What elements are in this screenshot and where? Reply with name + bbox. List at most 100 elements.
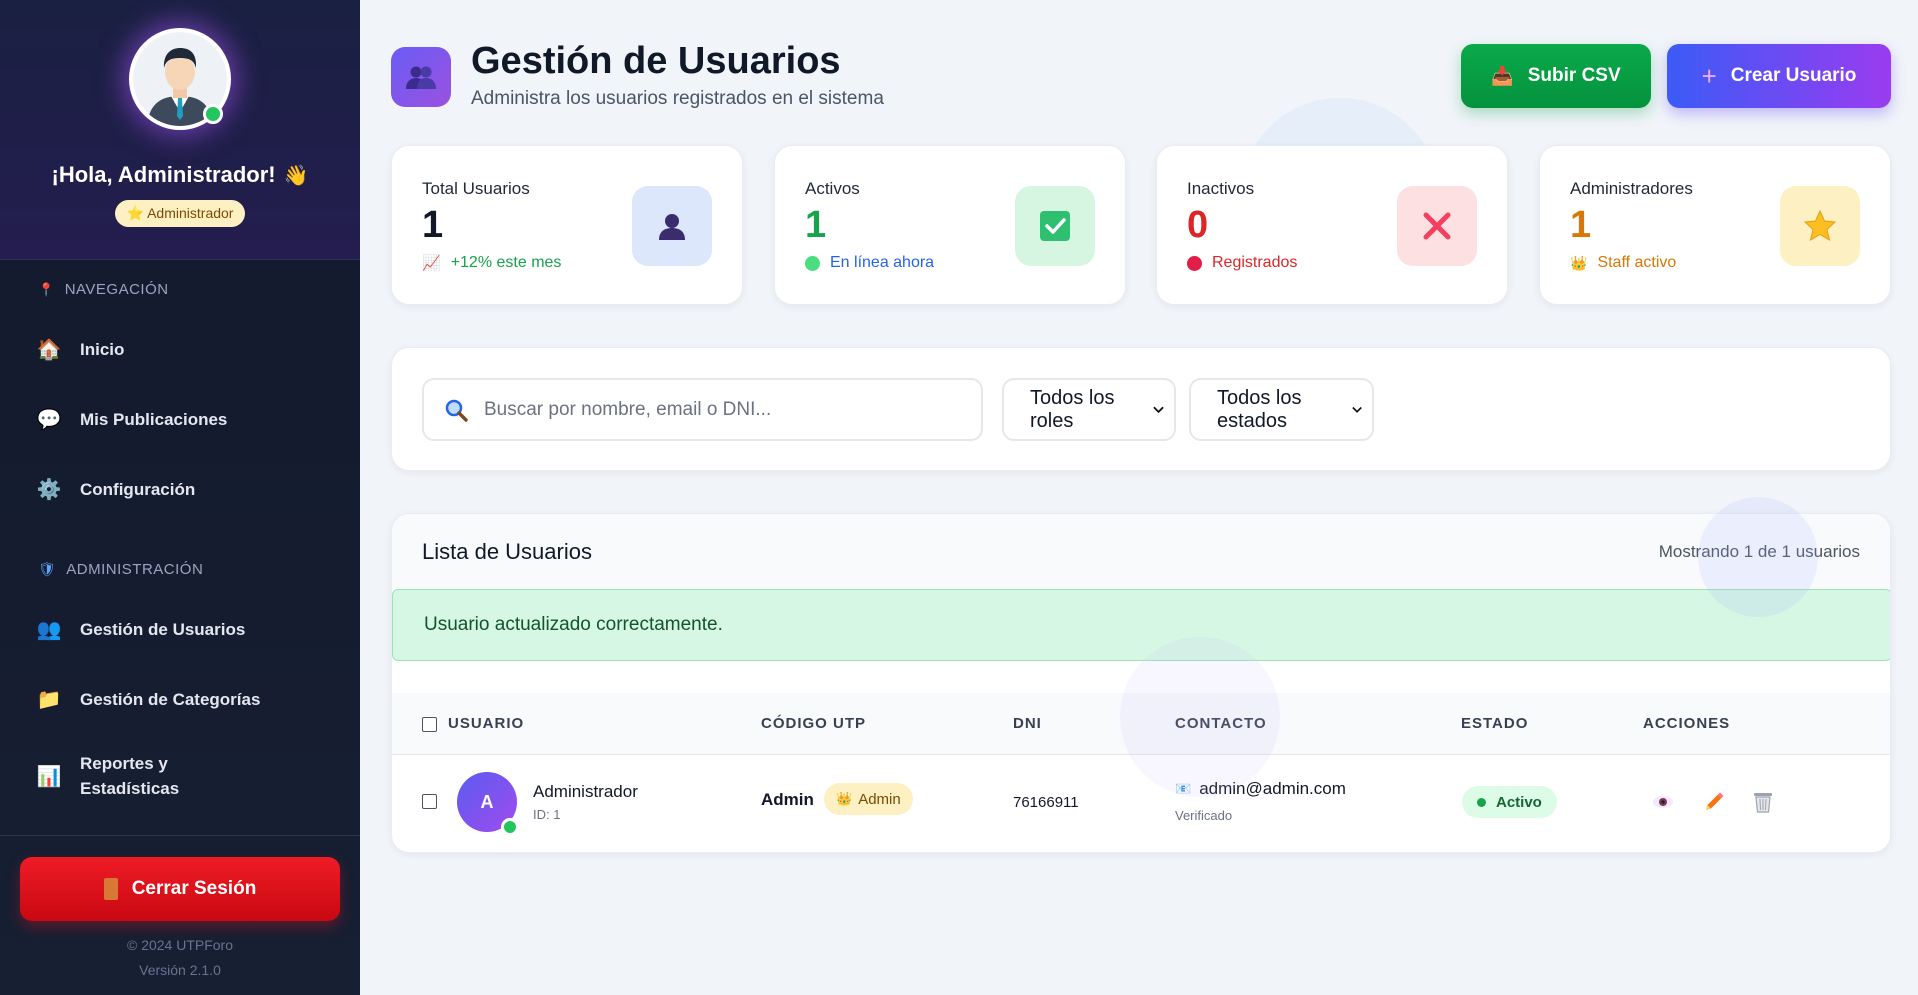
crown-icon: 👑 [836,791,853,806]
role-badge-label: Admin [858,790,901,808]
gear-icon: ⚙️ [36,479,62,501]
success-alert: Usuario actualizado correctamente. [392,589,1890,661]
column-header-usuario[interactable]: USUARIO [448,715,524,732]
user-list-panel: Lista de Usuarios Mostrando 1 de 1 usuar… [391,513,1891,853]
header-users-icon [391,47,451,107]
stat-label: Inactivos [1187,179,1255,198]
door-icon [103,878,118,900]
sidebar-item-categorias[interactable]: 📁 Gestión de Categorías [36,687,261,712]
avatar-initial: A [480,791,494,812]
status-badge-label: Activo [1496,793,1542,811]
sidebar-item-usuarios[interactable]: 👥 Gestión de Usuarios [36,617,246,642]
crown-icon: 👑 [1570,254,1588,271]
column-header-estado[interactable]: ESTADO [1461,715,1528,732]
search-placeholder: Buscar por nombre, email o DNI... [484,398,772,420]
logout-button[interactable]: Cerrar Sesión [20,857,340,921]
stat-icon-box [632,186,712,266]
column-header-dni[interactable]: DNI [1013,715,1042,732]
stat-foot: 👑 Staff activo [1570,254,1676,272]
users-icon: 👥 [36,619,62,641]
search-input[interactable]: Buscar por nombre, email o DNI... [422,378,983,441]
online-status-dot [203,104,223,124]
stat-foot-text: Staff activo [1597,254,1677,271]
column-header-codigo[interactable]: CÓDIGO UTP [761,715,866,732]
sidebar-item-label: Mis Publicaciones [80,409,228,429]
user-name: Administrador [533,782,638,801]
sidebar-item-reportes[interactable]: 📊 Reportes y Estadísticas [36,751,180,801]
sidebar-item-inicio[interactable]: 🏠 Inicio [36,337,125,362]
nav-section-label: NAVEGACIÓN [64,281,169,298]
sidebar-item-configuracion[interactable]: ⚙️ Configuración [36,477,196,502]
role-filter-value: Todos los roles [1030,386,1115,432]
view-user-button[interactable] [1648,787,1678,817]
sidebar-item-label: Inicio [80,339,125,359]
role-badge: ⭐ Administrador [114,200,246,227]
cross-icon [1423,212,1451,240]
pin-icon: 📍 [38,281,55,297]
check-box-icon [1040,211,1070,241]
sidebar: ¡Hola, Administrador! 👋 ⭐ Administrador 📍… [0,0,360,995]
create-user-button[interactable]: + Crear Usuario [1667,44,1891,108]
delete-user-button[interactable] [1748,787,1778,817]
eye-icon [1653,796,1673,808]
role-filter-select[interactable]: Todos los roles [1002,378,1176,441]
trash-icon [1754,793,1772,813]
status-filter-select[interactable]: Todos los estados [1189,378,1374,441]
stat-icon-box [1397,186,1477,266]
upload-csv-label: Subir CSV [1527,65,1621,86]
stat-label: Activos [805,179,860,198]
list-title: Lista de Usuarios [422,539,592,564]
admin-section-header: 🛡 ADMINISTRACIÓN [0,561,203,578]
version-text: Versión 2.1.0 [139,962,221,978]
bar-chart-icon: 📊 [36,765,62,788]
copyright-text: © 2024 UTPForo [126,937,234,953]
greeting-text: ¡Hola, Administrador! [51,162,276,187]
column-header-acciones: ACCIONES [1643,715,1731,732]
user-email[interactable]: 📧 admin@admin.com [1175,779,1346,799]
shield-icon: 🛡 [38,561,57,577]
user-code: Admin [761,790,814,809]
trend-chart-icon: 📈 [422,255,441,272]
status-filter-value: Todos los estados [1217,386,1302,432]
online-status-dot [501,818,519,836]
page-subtitle: Administra los usuarios registrados en e… [471,88,884,109]
search-icon [445,399,468,422]
page-title: Gestión de Usuarios [471,40,841,82]
green-dot-icon [805,255,820,271]
row-checkbox[interactable] [422,794,437,809]
star-icon: ⭐ [126,205,144,221]
create-user-label: Crear Usuario [1730,65,1857,86]
user-dni: 76166911 [1013,794,1079,811]
chevron-down-icon [1352,406,1362,413]
upload-csv-button[interactable]: 📥 Subir CSV [1461,44,1651,108]
stat-card-admins: Administradores 1 👑 Staff activo [1539,145,1891,305]
speech-bubble-icon: 💬 [36,409,62,431]
column-header-contacto[interactable]: CONTACTO [1175,715,1267,732]
role-badge-label: Administrador [147,205,234,221]
user-icon [659,214,685,240]
plus-icon: + [1701,60,1717,91]
sidebar-item-label: Gestión de Categorías [80,689,261,709]
select-all-checkbox[interactable] [422,717,437,732]
edit-user-button[interactable] [1699,787,1729,817]
user-id: ID: 1 [533,807,561,822]
stat-label: Administradores [1570,179,1693,198]
users-icon [406,66,436,89]
stat-foot-text: En línea ahora [830,254,935,271]
stat-card-inactivos: Inactivos 0 Registrados [1156,145,1508,305]
inbox-icon: 📥 [1491,65,1514,86]
chevron-down-icon [1153,406,1164,413]
star-icon [1803,209,1837,242]
house-icon: 🏠 [36,339,62,361]
stat-foot-text: +12% este mes [450,254,562,271]
stat-foot-text: Registrados [1212,254,1298,271]
folder-icon: 📁 [36,689,62,711]
list-count: Mostrando 1 de 1 usuarios [1658,542,1860,561]
admin-section-label: ADMINISTRACIÓN [66,561,204,578]
sidebar-item-publicaciones[interactable]: 💬 Mis Publicaciones [36,407,228,432]
stat-card-total: Total Usuarios 1 📈 +12% este mes [391,145,743,305]
status-dot-icon [1477,797,1486,807]
status-badge: Activo [1462,786,1557,818]
filters-panel: Buscar por nombre, email o DNI... Todos … [391,347,1891,471]
stat-value: 0 [1187,204,1209,246]
